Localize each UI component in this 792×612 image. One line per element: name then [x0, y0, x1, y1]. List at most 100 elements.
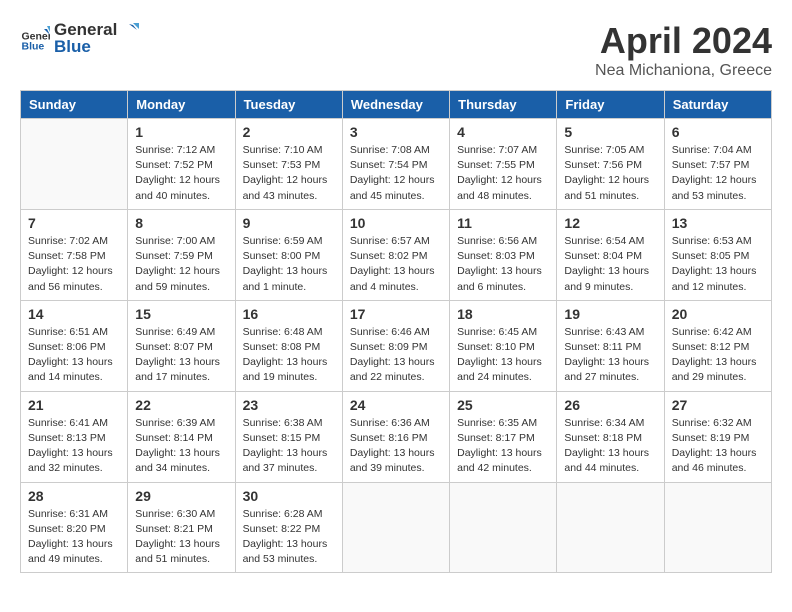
day-number: 30 — [243, 488, 335, 504]
day-number: 11 — [457, 215, 549, 231]
day-number: 3 — [350, 124, 442, 140]
calendar-cell: 12 Sunrise: 6:54 AMSunset: 8:04 PMDayligh… — [557, 209, 664, 300]
day-info: Sunrise: 7:08 AMSunset: 7:54 PMDaylight:… — [350, 143, 442, 204]
calendar-cell: 17 Sunrise: 6:46 AMSunset: 8:09 PMDayligh… — [342, 300, 449, 391]
day-info: Sunrise: 7:02 AMSunset: 7:58 PMDaylight:… — [28, 234, 120, 295]
col-monday: Monday — [128, 91, 235, 119]
month-title: April 2024 — [595, 20, 772, 62]
calendar-cell: 5 Sunrise: 7:05 AMSunset: 7:56 PMDaylight… — [557, 119, 664, 210]
day-info: Sunrise: 6:59 AMSunset: 8:00 PMDaylight:… — [243, 234, 335, 295]
logo-blue: Blue — [54, 38, 139, 57]
calendar-table: Sunday Monday Tuesday Wednesday Thursday… — [20, 90, 772, 573]
calendar-cell: 26 Sunrise: 6:34 AMSunset: 8:18 PMDayligh… — [557, 391, 664, 482]
col-friday: Friday — [557, 91, 664, 119]
day-info: Sunrise: 6:53 AMSunset: 8:05 PMDaylight:… — [672, 234, 764, 295]
day-info: Sunrise: 7:07 AMSunset: 7:55 PMDaylight:… — [457, 143, 549, 204]
day-info: Sunrise: 6:51 AMSunset: 8:06 PMDaylight:… — [28, 325, 120, 386]
day-number: 29 — [135, 488, 227, 504]
day-info: Sunrise: 6:42 AMSunset: 8:12 PMDaylight:… — [672, 325, 764, 386]
day-info: Sunrise: 6:34 AMSunset: 8:18 PMDaylight:… — [564, 416, 656, 477]
day-number: 12 — [564, 215, 656, 231]
calendar-cell: 21 Sunrise: 6:41 AMSunset: 8:13 PMDayligh… — [21, 391, 128, 482]
logo: General Blue General Blue — [20, 20, 139, 57]
day-info: Sunrise: 7:05 AMSunset: 7:56 PMDaylight:… — [564, 143, 656, 204]
day-info: Sunrise: 6:56 AMSunset: 8:03 PMDaylight:… — [457, 234, 549, 295]
calendar-cell — [21, 119, 128, 210]
day-number: 23 — [243, 397, 335, 413]
day-info: Sunrise: 6:46 AMSunset: 8:09 PMDaylight:… — [350, 325, 442, 386]
calendar-cell: 10 Sunrise: 6:57 AMSunset: 8:02 PMDayligh… — [342, 209, 449, 300]
day-number: 10 — [350, 215, 442, 231]
day-info: Sunrise: 6:36 AMSunset: 8:16 PMDaylight:… — [350, 416, 442, 477]
week-row-3: 14 Sunrise: 6:51 AMSunset: 8:06 PMDayligh… — [21, 300, 772, 391]
col-thursday: Thursday — [450, 91, 557, 119]
day-number: 5 — [564, 124, 656, 140]
day-number: 15 — [135, 306, 227, 322]
day-info: Sunrise: 6:39 AMSunset: 8:14 PMDaylight:… — [135, 416, 227, 477]
day-number: 19 — [564, 306, 656, 322]
day-info: Sunrise: 7:10 AMSunset: 7:53 PMDaylight:… — [243, 143, 335, 204]
calendar-cell: 30 Sunrise: 6:28 AMSunset: 8:22 PMDayligh… — [235, 482, 342, 573]
day-number: 25 — [457, 397, 549, 413]
day-number: 14 — [28, 306, 120, 322]
calendar-cell: 7 Sunrise: 7:02 AMSunset: 7:58 PMDaylight… — [21, 209, 128, 300]
day-number: 21 — [28, 397, 120, 413]
calendar-cell: 2 Sunrise: 7:10 AMSunset: 7:53 PMDaylight… — [235, 119, 342, 210]
day-info: Sunrise: 6:48 AMSunset: 8:08 PMDaylight:… — [243, 325, 335, 386]
day-info: Sunrise: 6:45 AMSunset: 8:10 PMDaylight:… — [457, 325, 549, 386]
calendar-cell: 28 Sunrise: 6:31 AMSunset: 8:20 PMDayligh… — [21, 482, 128, 573]
calendar-cell: 20 Sunrise: 6:42 AMSunset: 8:12 PMDayligh… — [664, 300, 771, 391]
day-number: 13 — [672, 215, 764, 231]
day-number: 28 — [28, 488, 120, 504]
logo-icon: General Blue — [20, 23, 50, 53]
day-number: 2 — [243, 124, 335, 140]
day-info: Sunrise: 6:28 AMSunset: 8:22 PMDaylight:… — [243, 507, 335, 568]
day-number: 22 — [135, 397, 227, 413]
day-number: 4 — [457, 124, 549, 140]
day-number: 7 — [28, 215, 120, 231]
col-wednesday: Wednesday — [342, 91, 449, 119]
day-number: 16 — [243, 306, 335, 322]
day-number: 17 — [350, 306, 442, 322]
day-info: Sunrise: 7:12 AMSunset: 7:52 PMDaylight:… — [135, 143, 227, 204]
calendar-cell: 16 Sunrise: 6:48 AMSunset: 8:08 PMDayligh… — [235, 300, 342, 391]
calendar-cell: 6Sunrise: 7:04 AMSunset: 7:57 PMDaylight… — [664, 119, 771, 210]
day-info: Sunrise: 6:35 AMSunset: 8:17 PMDaylight:… — [457, 416, 549, 477]
calendar-cell: 9Sunrise: 6:59 AMSunset: 8:00 PMDaylight… — [235, 209, 342, 300]
page-header: General Blue General Blue April 2024 Nea… — [20, 20, 772, 80]
day-number: 24 — [350, 397, 442, 413]
day-number: 18 — [457, 306, 549, 322]
calendar-cell: 4 Sunrise: 7:07 AMSunset: 7:55 PMDaylight… — [450, 119, 557, 210]
week-row-4: 21 Sunrise: 6:41 AMSunset: 8:13 PMDayligh… — [21, 391, 772, 482]
calendar-cell — [557, 482, 664, 573]
calendar-cell: 1Sunrise: 7:12 AMSunset: 7:52 PMDaylight… — [128, 119, 235, 210]
day-number: 26 — [564, 397, 656, 413]
calendar-cell: 11 Sunrise: 6:56 AMSunset: 8:03 PMDayligh… — [450, 209, 557, 300]
day-info: Sunrise: 6:57 AMSunset: 8:02 PMDaylight:… — [350, 234, 442, 295]
day-number: 8 — [135, 215, 227, 231]
week-row-2: 7 Sunrise: 7:02 AMSunset: 7:58 PMDaylight… — [21, 209, 772, 300]
day-info: Sunrise: 6:32 AMSunset: 8:19 PMDaylight:… — [672, 416, 764, 477]
week-row-5: 28 Sunrise: 6:31 AMSunset: 8:20 PMDayligh… — [21, 482, 772, 573]
calendar-header-row: Sunday Monday Tuesday Wednesday Thursday… — [21, 91, 772, 119]
day-info: Sunrise: 6:30 AMSunset: 8:21 PMDaylight:… — [135, 507, 227, 568]
day-info: Sunrise: 6:41 AMSunset: 8:13 PMDaylight:… — [28, 416, 120, 477]
col-saturday: Saturday — [664, 91, 771, 119]
col-sunday: Sunday — [21, 91, 128, 119]
calendar-cell: 3 Sunrise: 7:08 AMSunset: 7:54 PMDaylight… — [342, 119, 449, 210]
title-section: April 2024 Nea Michaniona, Greece — [595, 20, 772, 80]
day-number: 27 — [672, 397, 764, 413]
calendar-cell: 14 Sunrise: 6:51 AMSunset: 8:06 PMDayligh… — [21, 300, 128, 391]
day-info: Sunrise: 6:31 AMSunset: 8:20 PMDaylight:… — [28, 507, 120, 568]
calendar-cell: 19Sunrise: 6:43 AMSunset: 8:11 PMDayligh… — [557, 300, 664, 391]
week-row-1: 1Sunrise: 7:12 AMSunset: 7:52 PMDaylight… — [21, 119, 772, 210]
calendar-cell — [664, 482, 771, 573]
logo-bird-icon — [119, 20, 139, 40]
calendar-cell: 18 Sunrise: 6:45 AMSunset: 8:10 PMDayligh… — [450, 300, 557, 391]
col-tuesday: Tuesday — [235, 91, 342, 119]
calendar-cell — [342, 482, 449, 573]
logo-wordmark: General Blue — [54, 20, 139, 57]
day-number: 20 — [672, 306, 764, 322]
calendar-cell: 25 Sunrise: 6:35 AMSunset: 8:17 PMDayligh… — [450, 391, 557, 482]
day-info: Sunrise: 6:54 AMSunset: 8:04 PMDaylight:… — [564, 234, 656, 295]
